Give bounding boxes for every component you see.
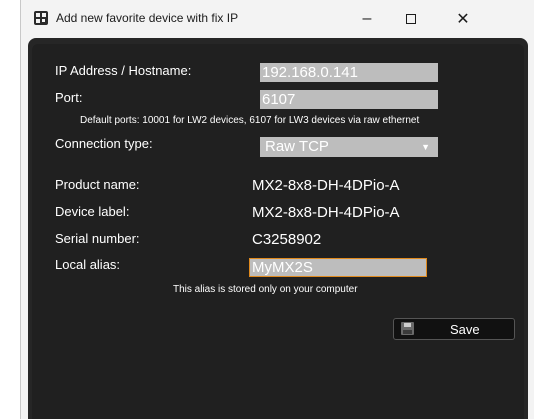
- dialog-body: IP Address / Hostname: Port: Default por…: [32, 44, 524, 419]
- port-input[interactable]: [260, 90, 438, 109]
- alias-hint: This alias is stored only on your comput…: [173, 284, 358, 295]
- port-label: Port:: [55, 90, 83, 105]
- save-button-label: Save: [450, 322, 480, 337]
- connection-type-value: Raw TCP: [265, 138, 329, 155]
- dropdown-arrow-icon: ▼: [421, 142, 430, 152]
- maximize-button[interactable]: [389, 3, 433, 35]
- product-name-label: Product name:: [55, 177, 140, 192]
- minimize-button[interactable]: –: [345, 3, 389, 35]
- product-name-value: MX2-8x8-DH-4DPio-A: [252, 177, 400, 194]
- serial-number-value: C3258902: [252, 231, 322, 248]
- dialog-window: Add new favorite device with fix IP – ✕ …: [20, 0, 534, 419]
- window-title: Add new favorite device with fix IP: [56, 11, 239, 25]
- device-label-label: Device label:: [55, 204, 130, 219]
- minimize-icon: –: [362, 10, 372, 27]
- local-alias-label: Local alias:: [55, 257, 121, 272]
- maximize-icon: [406, 14, 416, 24]
- floppy-disk-icon: [401, 322, 414, 335]
- title-bar: Add new favorite device with fix IP – ✕: [21, 0, 534, 38]
- port-hint: Default ports: 10001 for LW2 devices, 61…: [80, 115, 420, 126]
- close-button[interactable]: ✕: [441, 3, 485, 35]
- serial-number-label: Serial number:: [55, 231, 140, 246]
- connection-type-label: Connection type:: [55, 136, 153, 151]
- save-button[interactable]: Save: [393, 318, 515, 340]
- ip-address-input[interactable]: [260, 63, 438, 82]
- device-label-value: MX2-8x8-DH-4DPio-A: [252, 204, 400, 221]
- close-icon: ✕: [456, 11, 470, 28]
- app-icon: [34, 11, 48, 25]
- connection-type-select[interactable]: Raw TCP ▼: [260, 137, 438, 157]
- local-alias-input[interactable]: [249, 258, 427, 277]
- ip-address-label: IP Address / Hostname:: [55, 63, 192, 78]
